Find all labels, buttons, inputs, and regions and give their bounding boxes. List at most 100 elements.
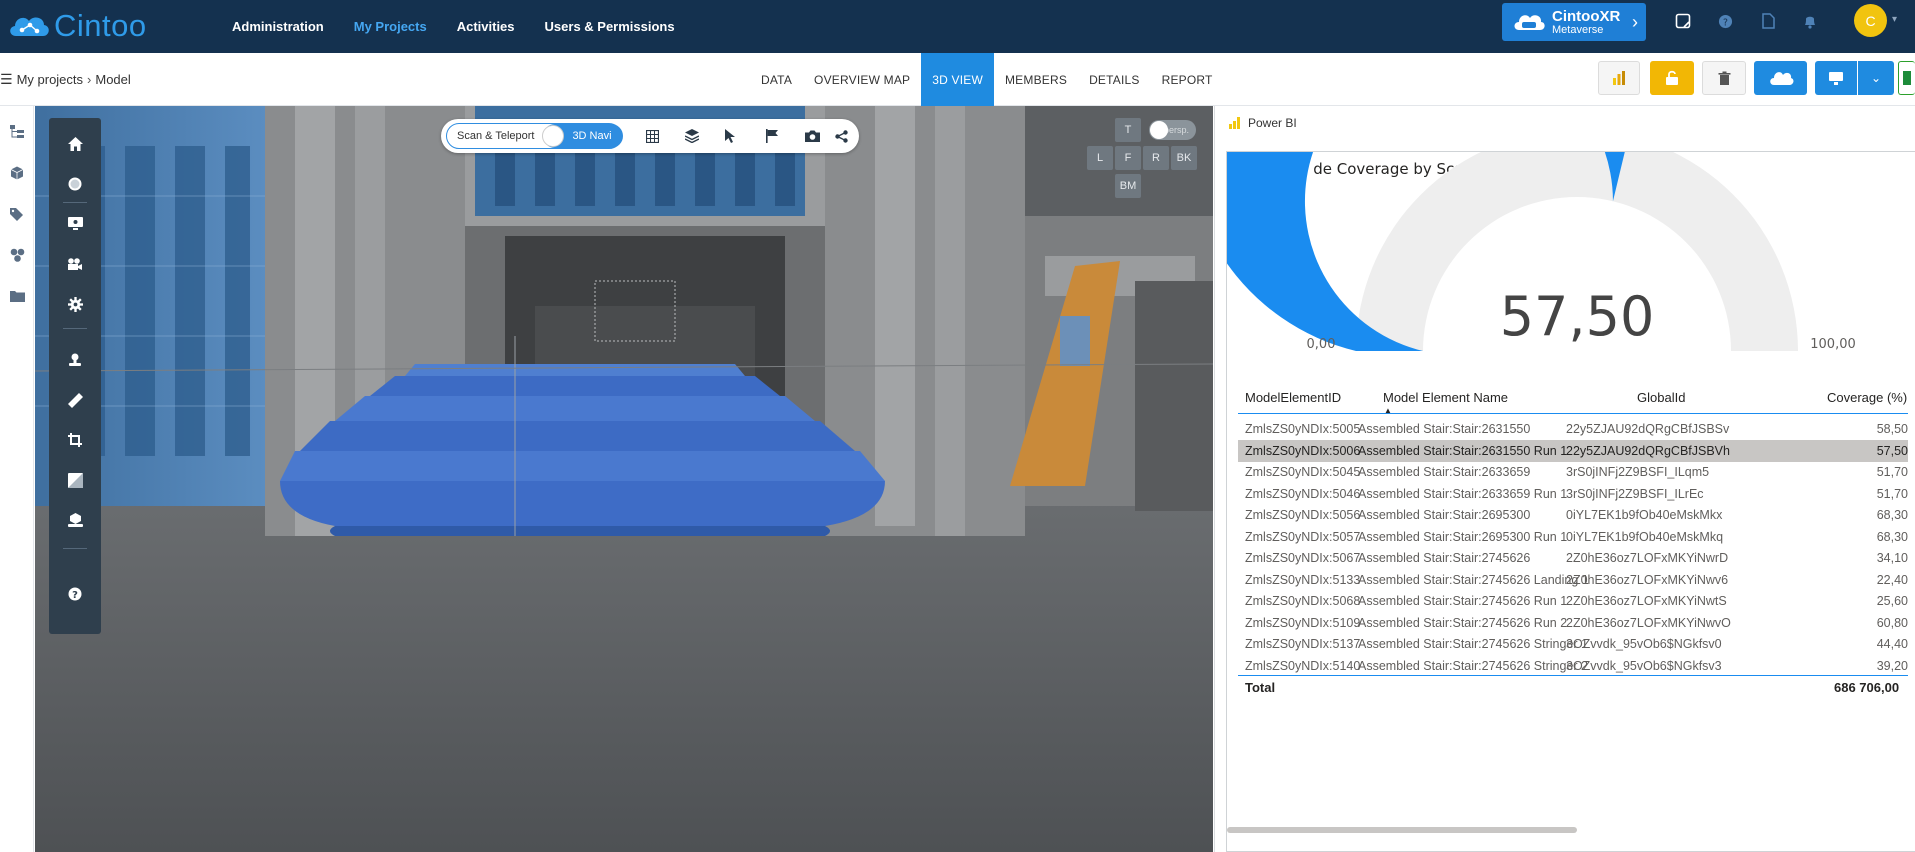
monitor-icon[interactable] <box>65 214 85 234</box>
cell-model-element-id: ZmlsZS0yNDIx:5137 <box>1245 637 1361 651</box>
nav-activities[interactable]: Activities <box>457 19 515 34</box>
view-bottom[interactable]: BM <box>1115 174 1141 198</box>
export-button[interactable] <box>1815 61 1857 95</box>
chevron-right-icon: › <box>87 72 92 87</box>
folder-icon[interactable] <box>7 286 27 306</box>
table-row[interactable]: ZmlsZS0yNDIx:5133 Assembled Stair:Stair:2… <box>1238 569 1908 591</box>
brand-name: Cintoo <box>54 8 147 43</box>
tab-members[interactable]: MEMBERS <box>994 53 1078 106</box>
grid-icon[interactable] <box>644 128 660 144</box>
tree-structure-icon[interactable] <box>7 122 27 142</box>
upload-monitor-icon <box>1829 72 1843 85</box>
cell-global-id: 22y5ZJAU92dQRgCBfJSBSv <box>1566 422 1730 436</box>
hamburger-menu-icon[interactable]: ☰ <box>0 71 13 88</box>
table-row[interactable]: ZmlsZS0yNDIx:5109 Assembled Stair:Stair:2… <box>1238 612 1908 634</box>
table-row[interactable]: ZmlsZS0yNDIx:5056 Assembled Stair:Stair:2… <box>1238 504 1908 526</box>
bell-icon[interactable] <box>1800 11 1820 31</box>
ruler-icon[interactable] <box>65 390 85 410</box>
crop-icon[interactable] <box>65 430 85 450</box>
cell-model-element-id: ZmlsZS0yNDIx:5056 <box>1245 508 1361 522</box>
export-dropdown-button[interactable]: ⌄ <box>1858 61 1894 95</box>
table-row[interactable]: ZmlsZS0yNDIx:5068 Assembled Stair:Stair:2… <box>1238 590 1908 612</box>
cell-coverage: 58,50 <box>1876 422 1908 436</box>
trash-icon <box>1718 71 1730 85</box>
flag-icon[interactable] <box>764 128 780 144</box>
project-toolbar: ☰ My projects › Model DATA OVERVIEW MAP … <box>0 53 1915 106</box>
document-icon[interactable] <box>1758 11 1778 31</box>
layers-icon[interactable] <box>684 128 700 144</box>
excel-button[interactable] <box>1898 61 1915 95</box>
cube-icon[interactable] <box>7 163 27 183</box>
scan-station-icon[interactable] <box>65 510 85 530</box>
table-row[interactable]: ZmlsZS0yNDIx:5140 Assembled Stair:Stair:2… <box>1238 655 1908 677</box>
power-bi-title: Power BI <box>1248 116 1297 130</box>
column-header-global-id[interactable]: GlobalId <box>1637 390 1685 405</box>
coverage-gauge[interactable]: 57,50 0,00 100,00 <box>1227 152 1915 392</box>
stamp-icon[interactable] <box>65 350 85 370</box>
nodes-icon[interactable] <box>7 245 27 265</box>
view-top[interactable]: T <box>1115 118 1141 142</box>
share-icon[interactable] <box>833 128 849 144</box>
tags-icon[interactable] <box>7 204 27 224</box>
table-row[interactable]: ZmlsZS0yNDIx:5137 Assembled Stair:Stair:2… <box>1238 633 1908 655</box>
table-row[interactable]: ZmlsZS0yNDIx:5006 Assembled Stair:Stair:2… <box>1238 439 1908 462</box>
cell-model-element-id: ZmlsZS0yNDIx:5006 <box>1245 443 1361 458</box>
view-left[interactable]: L <box>1087 146 1113 170</box>
pointer-icon[interactable] <box>722 128 738 144</box>
view-right[interactable]: R <box>1143 146 1169 170</box>
table-row[interactable]: ZmlsZS0yNDIx:5045 Assembled Stair:Stair:2… <box>1238 461 1908 483</box>
cloud-sync-button[interactable] <box>1754 61 1807 95</box>
nav-administration[interactable]: Administration <box>232 19 324 34</box>
view-back[interactable]: BK <box>1171 146 1197 170</box>
delete-button[interactable] <box>1702 61 1746 95</box>
tab-3d-view[interactable]: 3D VIEW <box>921 53 994 106</box>
help-icon[interactable]: ? <box>1715 11 1735 31</box>
cell-model-element-name: Assembled Stair:Stair:2745626 Run 2 <box>1358 615 1568 630</box>
cell-model-element-id: ZmlsZS0yNDIx:5005 <box>1245 422 1361 436</box>
building-scene <box>35 106 1213 852</box>
power-bi-button[interactable] <box>1598 61 1640 95</box>
toggle-knob[interactable] <box>542 125 564 147</box>
help-icon[interactable]: ? <box>65 584 85 604</box>
nav-my-projects[interactable]: My Projects <box>354 19 427 34</box>
video-camera-icon[interactable] <box>65 254 85 274</box>
nav-users-permissions[interactable]: Users & Permissions <box>545 19 675 34</box>
tab-data[interactable]: DATA <box>750 53 803 106</box>
cintoo-xr-button[interactable]: CintooXR Metaverse › <box>1502 3 1646 41</box>
tab-report[interactable]: REPORT <box>1151 53 1224 106</box>
gear-icon[interactable] <box>65 294 85 314</box>
chevron-down-icon[interactable]: ▾ <box>1892 14 1897 25</box>
cintoo-logo[interactable]: Cintoo <box>6 7 147 45</box>
perspective-toggle-knob[interactable] <box>1150 121 1168 139</box>
cell-model-element-name: Assembled Stair:Stair:2631550 Run 1 <box>1358 443 1568 458</box>
table-row[interactable]: ZmlsZS0yNDIx:5005 Assembled Stair:Stair:2… <box>1238 418 1908 440</box>
breadcrumb-my-projects[interactable]: My projects <box>17 72 83 87</box>
cell-coverage: 51,70 <box>1876 465 1908 479</box>
navigation-mode-toggle[interactable]: Scan & Teleport 3D Navi <box>446 123 623 149</box>
user-avatar[interactable]: C <box>1854 4 1887 37</box>
mode-scan-teleport[interactable]: Scan & Teleport <box>457 130 534 142</box>
table-row[interactable]: ZmlsZS0yNDIx:5057 Assembled Stair:Stair:2… <box>1238 526 1908 548</box>
cell-model-element-name: Assembled Stair:Stair:2695300 Run 1 <box>1358 529 1568 544</box>
notes-icon[interactable] <box>1673 11 1693 31</box>
cell-model-element-name: Assembled Stair:Stair:2631550 <box>1358 422 1531 436</box>
tab-details[interactable]: DETAILS <box>1078 53 1151 106</box>
unlock-button[interactable] <box>1650 61 1694 95</box>
tab-overview-map[interactable]: OVERVIEW MAP <box>803 53 921 106</box>
column-header-model-element-id[interactable]: ModelElementID <box>1245 390 1341 405</box>
view-front[interactable]: F <box>1115 146 1141 170</box>
cell-model-element-id: ZmlsZS0yNDIx:5140 <box>1245 658 1361 673</box>
column-header-coverage[interactable]: Coverage (%) <box>1827 390 1907 405</box>
power-bi-header: Power BI <box>1229 116 1297 130</box>
sphere-icon[interactable] <box>65 174 85 194</box>
3d-viewport[interactable]: ? <box>35 106 1213 852</box>
compare-icon[interactable] <box>65 470 85 490</box>
table-row[interactable]: ZmlsZS0yNDIx:5046 Assembled Stair:Stair:2… <box>1238 483 1908 505</box>
horizontal-scrollbar[interactable] <box>1227 827 1577 833</box>
table-row[interactable]: ZmlsZS0yNDIx:5067 Assembled Stair:Stair:2… <box>1238 547 1908 569</box>
cell-coverage: 68,30 <box>1876 529 1908 544</box>
column-header-model-element-name[interactable]: Model Element Name <box>1383 390 1508 405</box>
cell-model-element-name: Assembled Stair:Stair:2633659 Run 1 <box>1358 486 1568 501</box>
home-icon[interactable] <box>65 134 85 154</box>
camera-icon[interactable] <box>804 128 820 144</box>
